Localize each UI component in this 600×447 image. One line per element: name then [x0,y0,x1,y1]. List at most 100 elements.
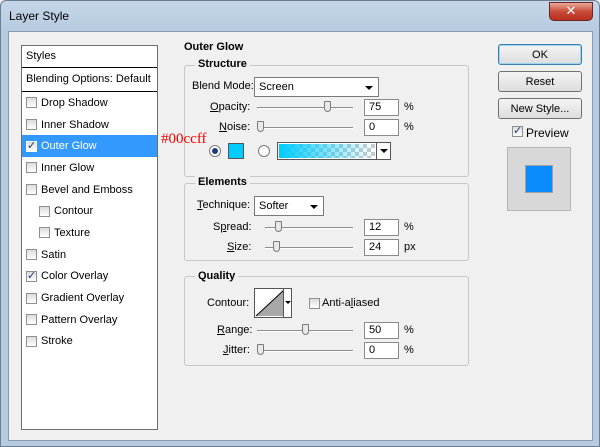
styles-header[interactable]: Styles [22,46,157,68]
style-checkbox[interactable] [26,139,37,152]
style-item-label: Pattern Overlay [41,313,118,326]
spread-slider-thumb[interactable] [274,221,282,232]
jitter-slider-thumb[interactable] [257,344,264,355]
style-checkbox[interactable] [39,227,50,239]
spread-label: Spread: [213,221,252,233]
layer-style-window: Layer Style ✕ Styles Blending Options: D… [0,0,600,447]
range-label: Range: [217,324,253,336]
blend-mode-value: Screen [259,81,294,93]
color-annotation: #00ccff [161,131,207,147]
contour-label: Contour: [207,297,250,309]
style-checkbox[interactable] [26,162,37,174]
spread-input[interactable]: 12 [364,219,399,236]
style-item-label: Color Overlay [41,270,109,283]
opacity-label: Opacity: [210,101,251,113]
opacity-slider-thumb[interactable] [323,101,331,112]
style-item-label: Outer Glow [41,140,97,153]
anti-aliased-label: Anti-aliased [322,297,380,309]
structure-title: Structure [195,58,250,70]
quality-title: Quality [195,270,239,282]
noise-slider-thumb[interactable] [257,121,264,132]
style-item-satin[interactable]: Satin [22,244,157,266]
noise-input[interactable]: 0 [364,119,399,136]
style-item-label: Stroke [41,335,73,348]
section-title: Outer Glow [184,41,244,53]
style-item-inner-shadow[interactable]: Inner Shadow [22,114,157,136]
style-item-drop-shadow[interactable]: Drop Shadow [22,92,157,114]
style-item-label: Drop Shadow [41,96,108,109]
noise-slider[interactable] [257,127,353,129]
reset-button[interactable]: Reset [498,71,582,92]
style-item-label: Satin [41,248,67,261]
preview-label: Preview [526,126,569,140]
noise-unit: % [404,121,414,133]
style-item-contour[interactable]: Contour [22,200,157,222]
style-item-label: Inner Shadow [41,118,109,131]
preview-box [507,147,571,211]
size-input[interactable]: 24 [364,239,399,256]
blending-options[interactable]: Blending Options: Default [22,68,157,92]
style-checkbox[interactable] [26,184,37,196]
opacity-input[interactable]: 75 [364,99,399,116]
dialog-client: Styles Blending Options: Default Drop Sh… [8,31,593,441]
contour-dropdown[interactable] [283,289,291,317]
chevron-down-icon [365,86,373,90]
range-input[interactable]: 50 [364,322,399,339]
style-item-texture[interactable]: Texture [22,222,157,244]
spread-unit: % [404,221,414,233]
style-checkbox[interactable] [26,292,37,304]
close-button[interactable]: ✕ [549,2,593,21]
close-icon: ✕ [565,4,577,19]
technique-select[interactable]: Softer [254,196,324,216]
gradient-preview [279,144,375,158]
blend-mode-select[interactable]: Screen [254,77,379,97]
size-label: Size: [227,241,252,253]
jitter-label: Jitter: [223,344,250,356]
solid-color-radio[interactable] [209,145,221,157]
technique-label: Technique: [197,199,251,211]
style-item-label: Contour [54,205,94,218]
style-item-label: Inner Glow [41,161,95,174]
style-checkbox[interactable] [26,314,37,326]
style-item-outer-glow[interactable]: Outer Glow [22,135,157,158]
style-checkbox[interactable] [26,119,37,131]
noise-label: Noise: [219,121,251,133]
style-item-inner-glow[interactable]: Inner Glow [22,157,157,179]
style-item-label: Bevel and Emboss [41,183,133,196]
style-checkbox[interactable] [26,249,37,261]
style-item-gradient-overlay[interactable]: Gradient Overlay [22,287,157,309]
glow-color-swatch[interactable] [228,143,244,159]
gradient-picker[interactable] [277,142,391,160]
jitter-slider[interactable] [257,350,353,352]
style-item-color-overlay[interactable]: Color Overlay [22,266,157,288]
style-item-bevel-and-emboss[interactable]: Bevel and Emboss [22,179,157,201]
opacity-unit: % [404,101,414,113]
style-item-stroke[interactable]: Stroke [22,331,157,353]
blend-mode-label: Blend Mode: [192,80,254,92]
style-checkbox[interactable] [26,269,37,282]
contour-curve-icon [255,289,285,317]
preview-swatch [525,165,553,193]
range-unit: % [404,324,414,336]
styles-list: Styles Blending Options: Default Drop Sh… [21,45,158,430]
style-checkbox[interactable] [39,205,50,217]
new-style-button[interactable]: New Style... [498,98,582,119]
style-item-pattern-overlay[interactable]: Pattern Overlay [22,309,157,331]
size-slider-thumb[interactable] [273,241,281,252]
contour-picker[interactable] [254,288,292,318]
style-checkbox[interactable] [26,97,37,109]
window-title: Layer Style [9,9,70,23]
anti-aliased-checkbox[interactable] [309,298,320,309]
gradient-dropdown[interactable] [376,143,390,159]
gradient-radio[interactable] [258,145,270,157]
opacity-slider[interactable] [257,107,353,109]
style-item-label: Texture [54,226,91,239]
style-item-label: Gradient Overlay [41,292,125,305]
style-checkbox[interactable] [26,335,37,347]
ok-button[interactable]: OK [498,44,582,65]
range-slider-thumb[interactable] [301,324,309,335]
jitter-input[interactable]: 0 [364,342,399,359]
title-bar: Layer Style ✕ [1,1,599,31]
chevron-down-icon [380,149,388,153]
preview-checkbox[interactable] [512,124,523,137]
